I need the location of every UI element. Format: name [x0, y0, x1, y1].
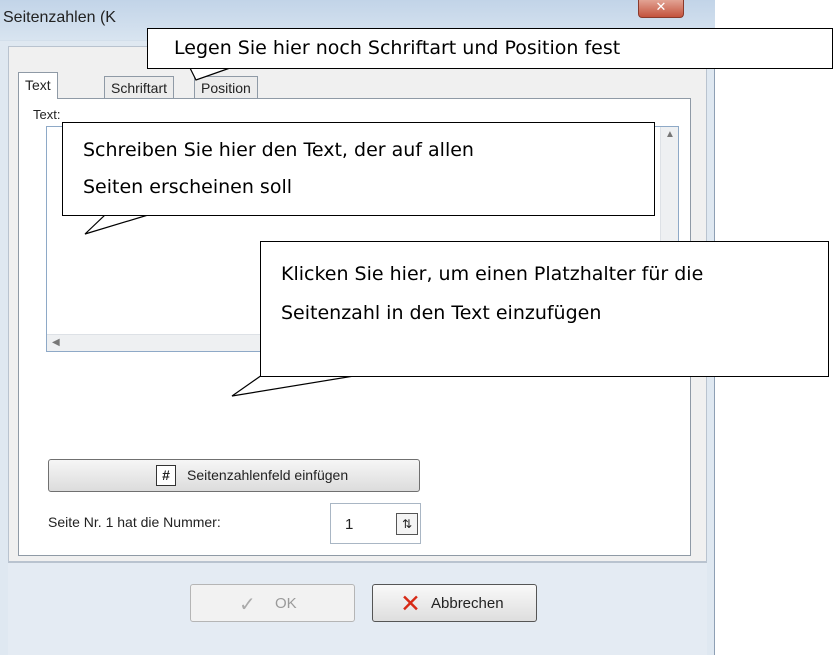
tab-text-label: Text [25, 77, 51, 93]
callout-text-line2: Seiten erscheinen soll [83, 176, 292, 198]
callout-tabs-hint: Legen Sie hier noch Schriftart und Posit… [147, 28, 833, 69]
callout-button-line2: Seitenzahl in den Text einzufügen [281, 302, 602, 324]
ok-label: OK [275, 595, 297, 612]
checkmark-icon: ✓ [239, 594, 256, 616]
callout-tabs-text: Legen Sie hier noch Schriftart und Posit… [174, 37, 621, 59]
spinner-arrows-icon[interactable]: ⇅ [396, 513, 418, 535]
tab-text[interactable]: Text [18, 72, 58, 99]
callout-button-hint: Klicken Sie hier, um einen Platzhalter f… [260, 241, 829, 377]
insert-page-number-field-button[interactable]: # Seitenzahlenfeld einfügen [48, 459, 420, 492]
tab-position-label: Position [201, 80, 251, 96]
tab-schriftart-label: Schriftart [111, 80, 168, 96]
cancel-label: Abbrechen [431, 595, 504, 612]
scroll-left-icon[interactable]: ◀ [52, 337, 60, 348]
scroll-up-icon[interactable]: ▲ [665, 129, 675, 140]
ok-button[interactable]: ✓ OK [190, 584, 355, 622]
window-title: Seitenzahlen (K [3, 9, 116, 26]
red-x-icon: ✕ [400, 590, 421, 618]
callout-button-line1: Klicken Sie hier, um einen Platzhalter f… [281, 263, 704, 285]
cancel-button[interactable]: ✕ Abbrechen [372, 584, 537, 622]
insert-button-label: Seitenzahlenfeld einfügen [187, 467, 349, 483]
close-button[interactable]: ✕ [638, 0, 684, 18]
callout-text-hint: Schreiben Sie hier den Text, der auf all… [62, 122, 655, 216]
start-number-value[interactable]: 1 [345, 516, 353, 533]
text-field-label: Text: [33, 107, 61, 122]
hash-icon: # [156, 465, 176, 486]
close-icon: ✕ [655, 0, 667, 14]
callout-text-line1: Schreiben Sie hier den Text, der auf all… [83, 139, 474, 161]
start-number-label: Seite Nr. 1 hat die Nummer: [48, 514, 221, 530]
tab-schriftart[interactable]: Schriftart [104, 76, 175, 98]
tab-position[interactable]: Position [194, 76, 258, 98]
button-bar [8, 562, 707, 655]
start-number-spinner[interactable]: 1 ⇅ [330, 503, 421, 544]
